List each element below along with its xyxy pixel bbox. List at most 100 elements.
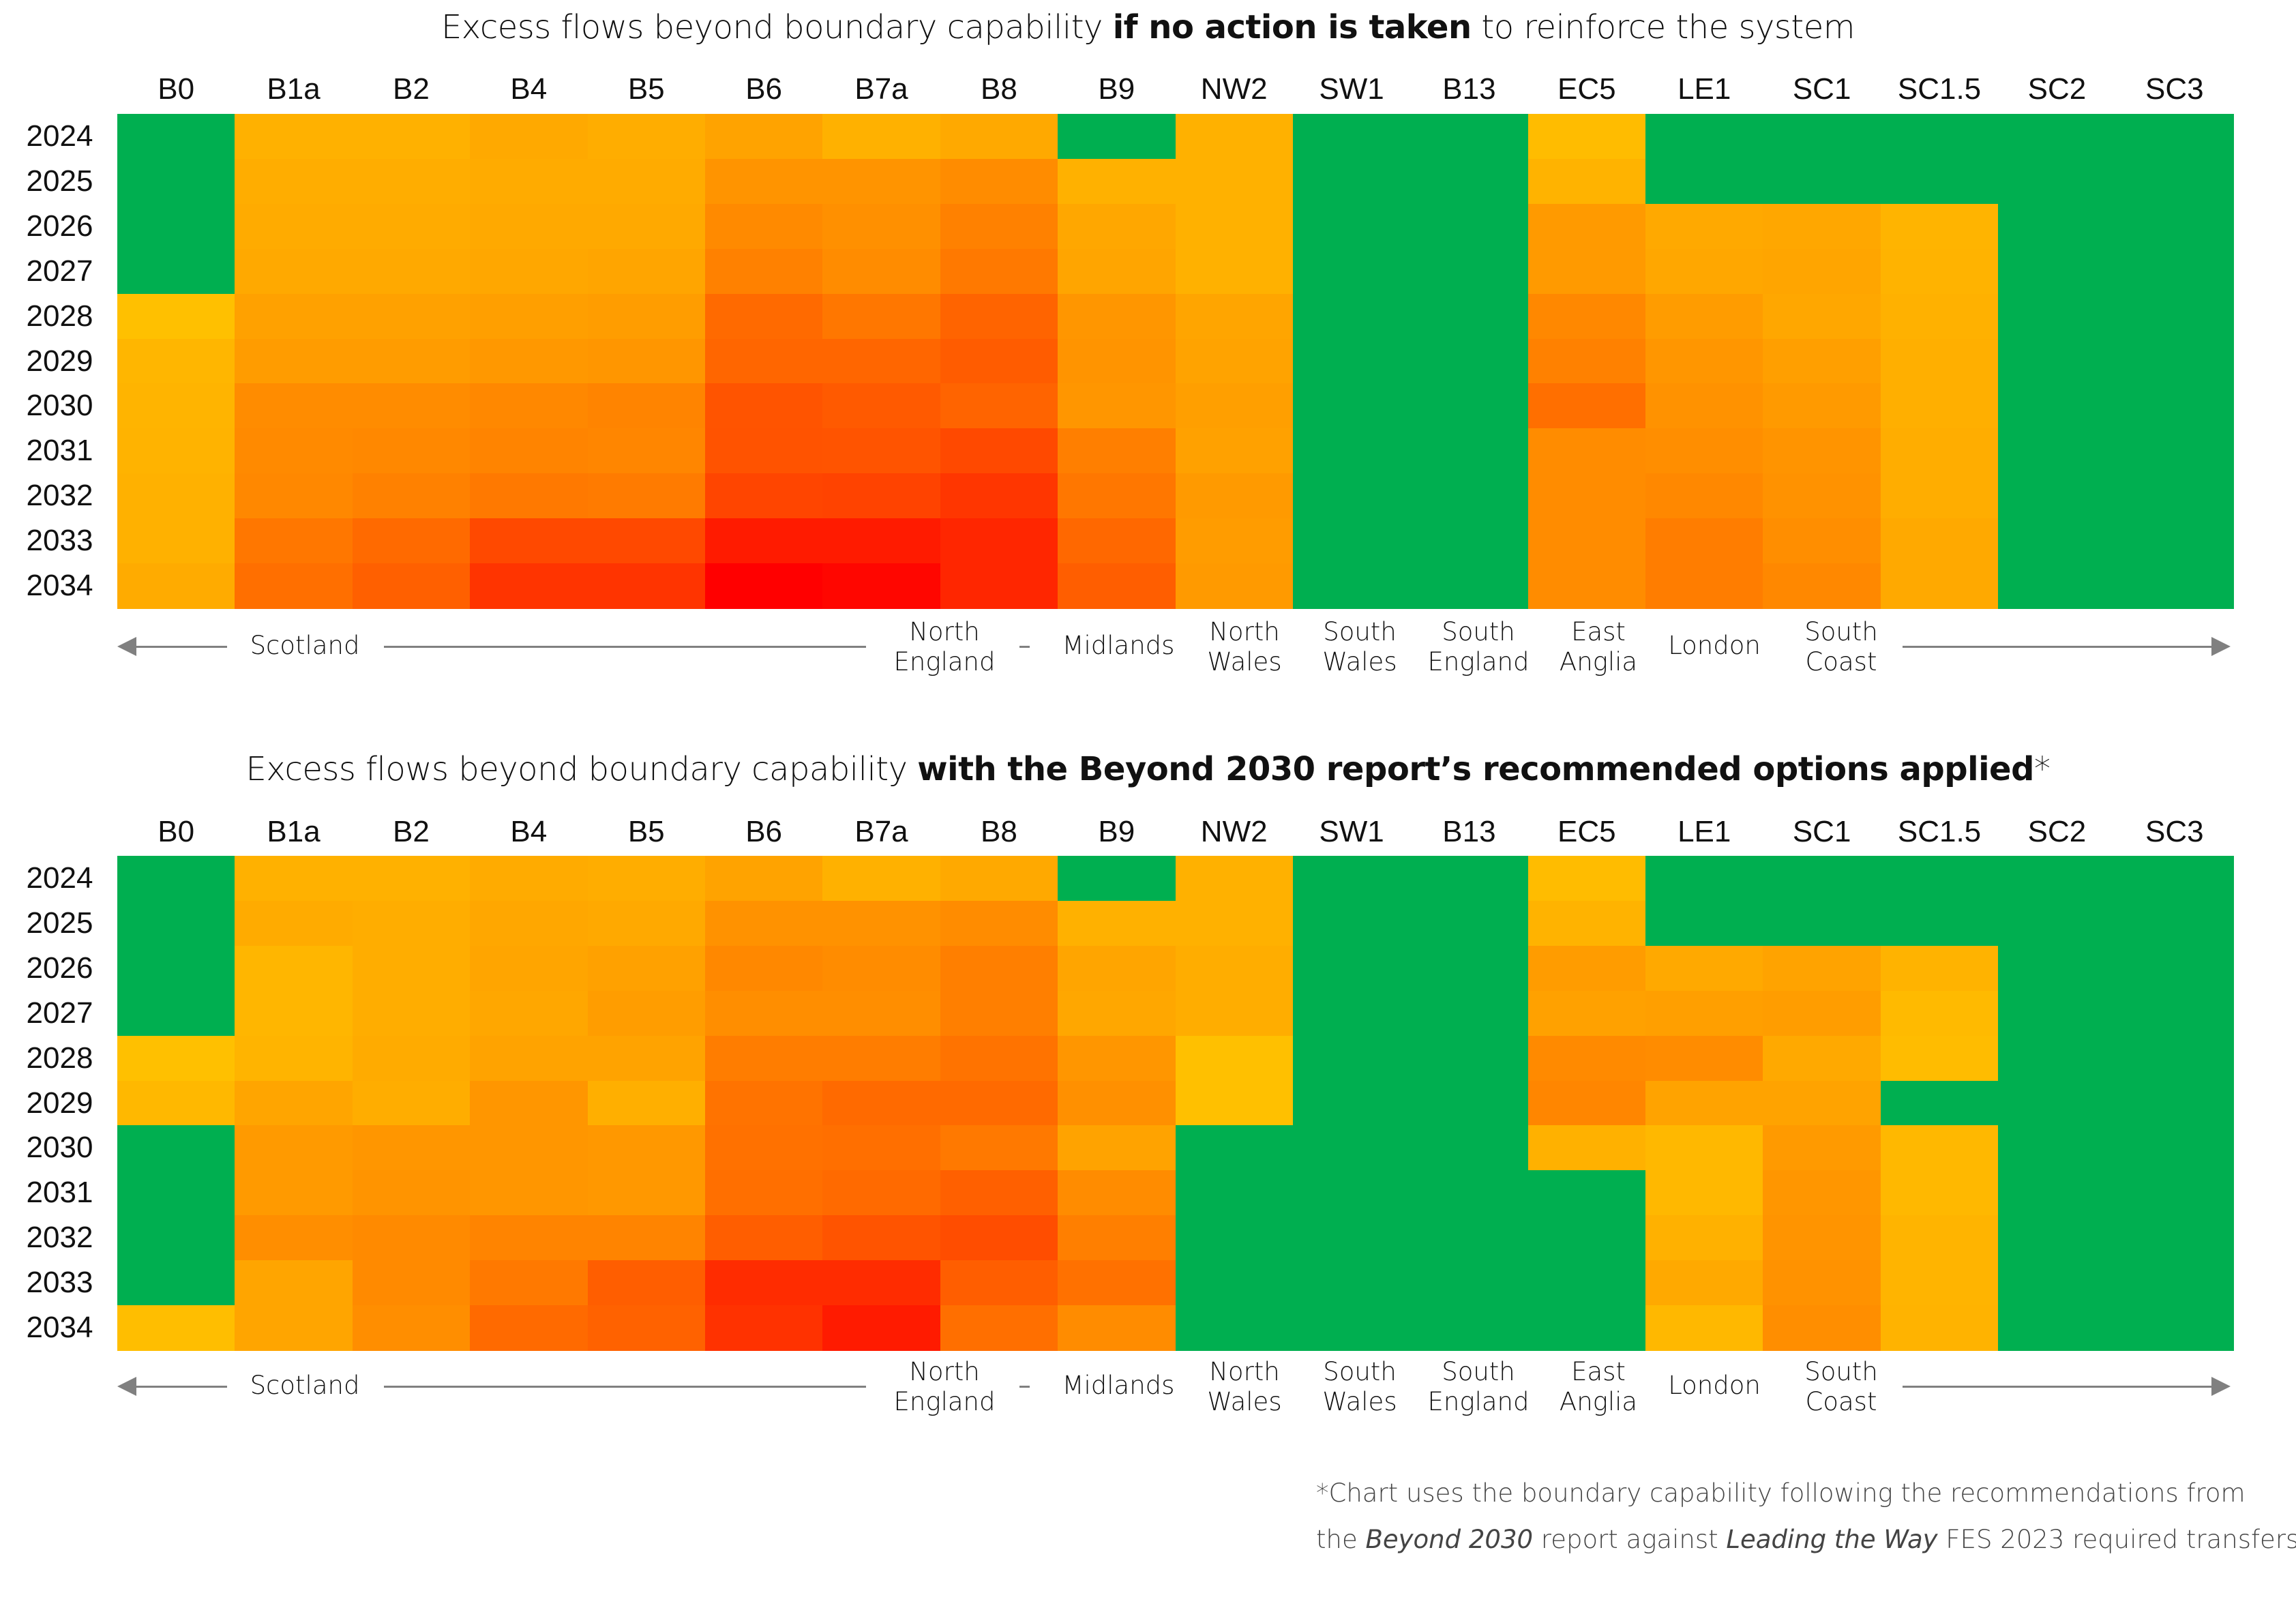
column-label: SC1.5 (1897, 72, 1982, 106)
heatmap-cell (1175, 1170, 1294, 1216)
heatmap-cell (940, 856, 1058, 902)
heatmap-cell (704, 1125, 823, 1171)
footnote-line-1: *Chart uses the boundary capability foll… (1316, 1478, 2246, 1508)
heatmap-cell (470, 1170, 588, 1216)
heatmap-cell (1880, 1260, 1999, 1306)
heatmap-cell (117, 248, 235, 295)
heatmap-cell (940, 1260, 1058, 1306)
heatmap-cell (1410, 990, 1529, 1037)
heatmap-cell (1998, 203, 2117, 250)
heatmap-cell (1527, 945, 1646, 992)
heatmap-cell (704, 1305, 823, 1351)
heatmap-cell (1175, 1035, 1294, 1082)
heatmap-cell (235, 338, 353, 384)
heatmap-cell (2115, 1215, 2234, 1261)
title-suffix: to reinforce the system (1471, 8, 1855, 46)
heatmap-cell (822, 1260, 941, 1306)
row-label: 2034 (26, 569, 93, 602)
region-label: North Wales (1207, 1357, 1282, 1416)
heatmap-cell (822, 856, 941, 902)
heatmap-cell (1880, 1125, 1999, 1171)
heatmap-cell (1880, 383, 1999, 429)
column-label: B6 (745, 72, 783, 106)
region-axis-line (1019, 646, 1030, 648)
heatmap-cell (1998, 1260, 2117, 1306)
heatmap-cell (117, 383, 235, 429)
heatmap-cell (1527, 114, 1646, 160)
heatmap-cell (352, 203, 471, 250)
heatmap-cell (117, 1125, 235, 1171)
heatmap-cell (1292, 383, 1411, 429)
row-label: 2028 (26, 299, 93, 333)
heatmap-cell (1410, 114, 1529, 160)
row-label: 2025 (26, 906, 93, 940)
heatmap-cell (470, 248, 588, 295)
heatmap-cell (1998, 1305, 2117, 1351)
heatmap-cell (1410, 383, 1529, 429)
heatmap-cell (117, 1080, 235, 1126)
heatmap-cell (2115, 900, 2234, 947)
heatmap-cell (470, 428, 588, 474)
heatmap-cell (470, 1080, 588, 1126)
heatmap-cell (1645, 518, 1764, 564)
heatmap-cell (117, 1035, 235, 1082)
title-bold: if no action is taken (1112, 8, 1472, 46)
heatmap-cell (1292, 1170, 1411, 1216)
heatmap-cell (1410, 856, 1529, 902)
heatmap-cell (1998, 1170, 2117, 1216)
heatmap-cell (1998, 856, 2117, 902)
heatmap-cell (587, 1305, 706, 1351)
heatmap-cell (1763, 248, 1881, 295)
heatmap-cell (1527, 1080, 1646, 1126)
heatmap-cell (1058, 1170, 1176, 1216)
heatmap-cell (1410, 563, 1529, 609)
heatmap-cell (940, 1305, 1058, 1351)
column-label: B8 (980, 72, 1017, 106)
heatmap-cell (704, 1170, 823, 1216)
heatmap-cell (1880, 990, 1999, 1037)
column-label: SC1 (1792, 72, 1851, 106)
heatmap-cell (352, 563, 471, 609)
heatmap-cell (352, 990, 471, 1037)
heatmap-cell (1292, 158, 1411, 205)
heatmap-cell (940, 1035, 1058, 1082)
region-label: South England (1427, 617, 1530, 676)
heatmap-cell (1763, 1035, 1881, 1082)
heatmap-cell (235, 990, 353, 1037)
heatmap-cell (1880, 900, 1999, 947)
heatmap-cell (1880, 518, 1999, 564)
heatmap-cell (704, 203, 823, 250)
heatmap-cell (1998, 900, 2117, 947)
heatmap-cell (1292, 1305, 1411, 1351)
heatmap-cell (2115, 293, 2234, 340)
heatmap-cell (1058, 1125, 1176, 1171)
heatmap-cell (2115, 945, 2234, 992)
heatmap-cell (352, 248, 471, 295)
title-suffix: * (2033, 750, 2051, 788)
heatmap-cell (1645, 383, 1764, 429)
heatmap-cell (117, 203, 235, 250)
heatmap-cell (235, 563, 353, 609)
column-label: LE1 (1678, 72, 1731, 106)
heatmap-cell (1998, 338, 2117, 384)
heatmap-cell (1998, 114, 2117, 160)
heatmap-cell (1763, 473, 1881, 519)
heatmap-cell (587, 856, 706, 902)
row-label: 2026 (26, 209, 93, 243)
heatmap-cell (2115, 338, 2234, 384)
heatmap-cell (940, 1125, 1058, 1171)
heatmap-cell (1058, 1215, 1176, 1261)
heatmap-cell (1998, 383, 2117, 429)
heatmap-cell (470, 203, 588, 250)
heatmap-cell (1763, 293, 1881, 340)
heatmap-cell (235, 1215, 353, 1261)
heatmap-cell (2115, 1260, 2234, 1306)
heatmap-cell (587, 114, 706, 160)
heatmap-cell (1292, 563, 1411, 609)
heatmap-cell (1292, 1035, 1411, 1082)
heatmap-cell (1058, 293, 1176, 340)
heatmap-cell (822, 1125, 941, 1171)
heatmap-cell (1410, 518, 1529, 564)
heatmap-cell (1880, 428, 1999, 474)
region-label: Midlands (1062, 631, 1175, 660)
